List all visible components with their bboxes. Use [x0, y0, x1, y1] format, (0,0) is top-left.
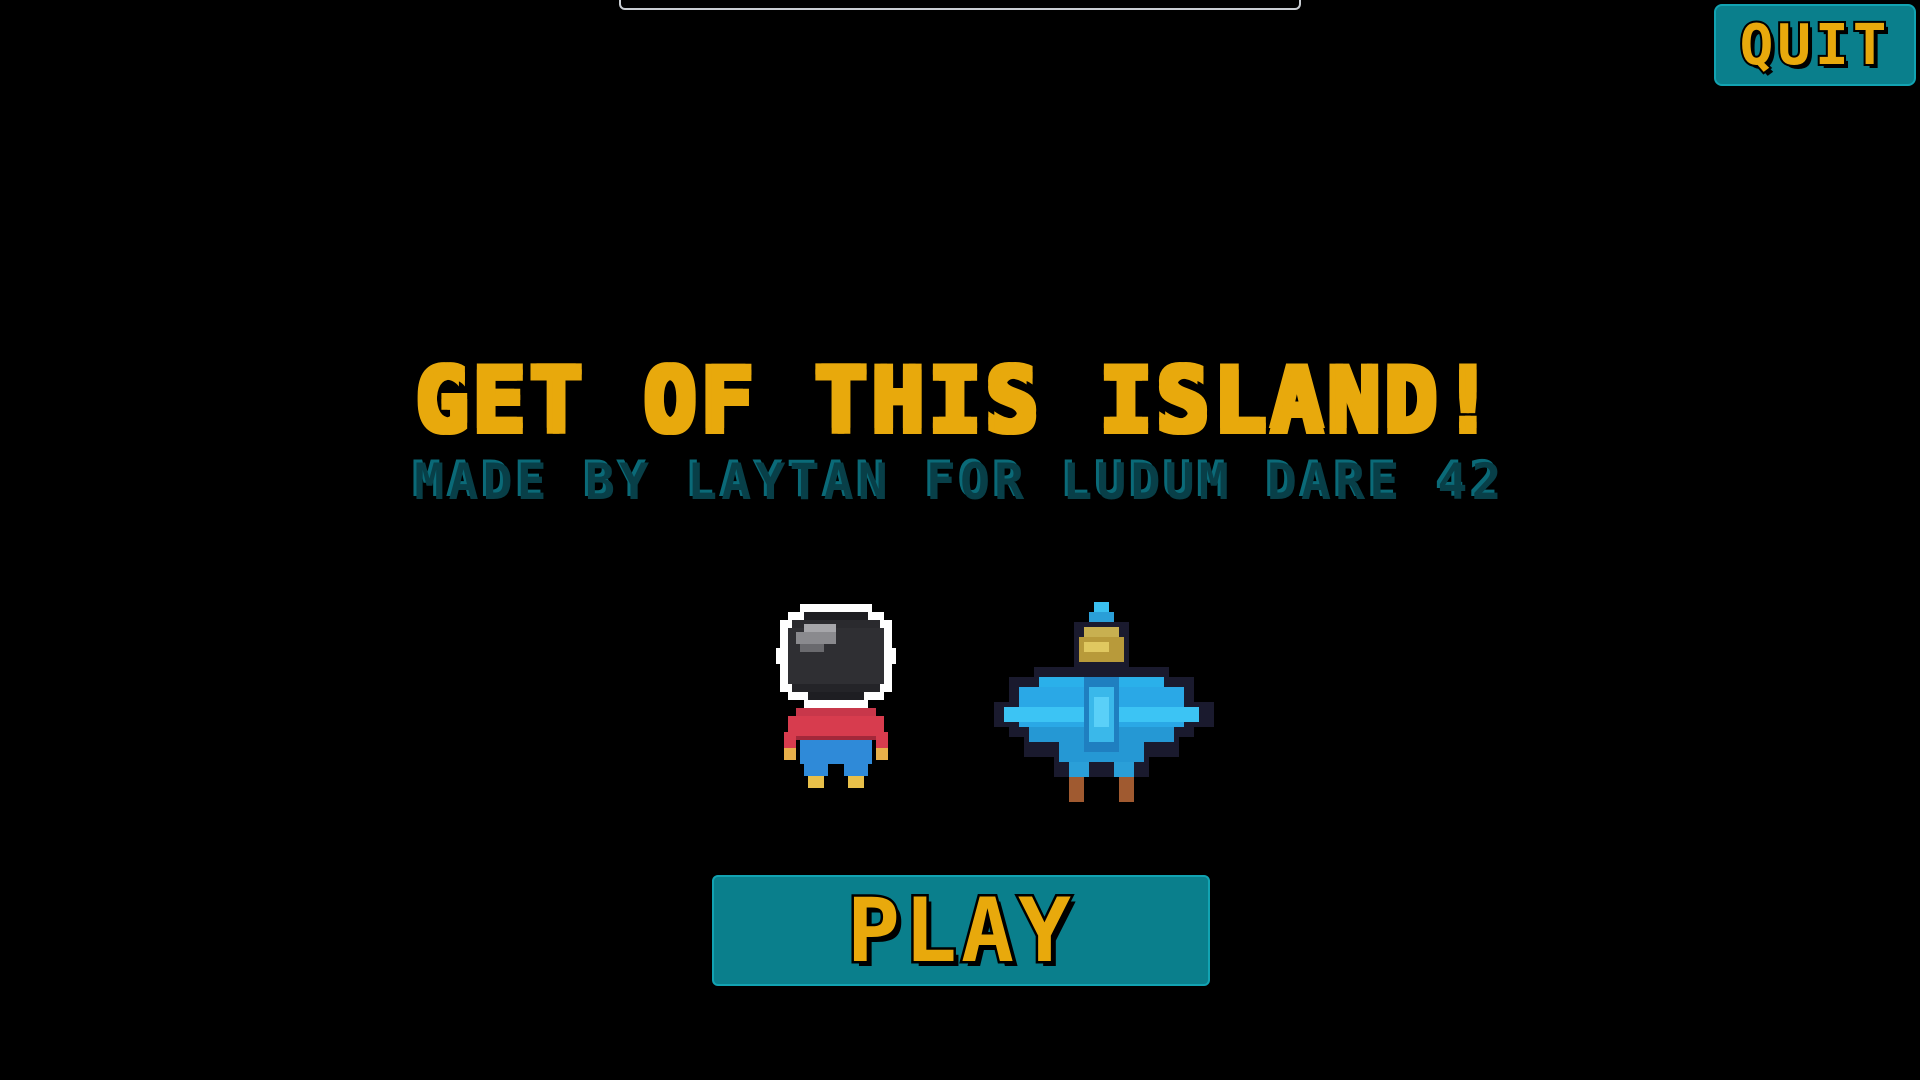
play-label: PLAY: [845, 877, 1075, 985]
game-credits: MADE BY LAYTAN FOR LUDUM DARE 42: [413, 452, 1506, 513]
play-button[interactable]: PLAY: [712, 875, 1210, 986]
astronaut-player-sprite: [776, 604, 896, 788]
quit-label: QUIT: [1738, 11, 1891, 80]
game-title: GET OF THIS ISLAND!: [416, 349, 1502, 458]
top-bar: [619, 0, 1301, 10]
blue-bird-sprite: [994, 602, 1214, 802]
quit-button[interactable]: QUIT: [1714, 4, 1916, 86]
